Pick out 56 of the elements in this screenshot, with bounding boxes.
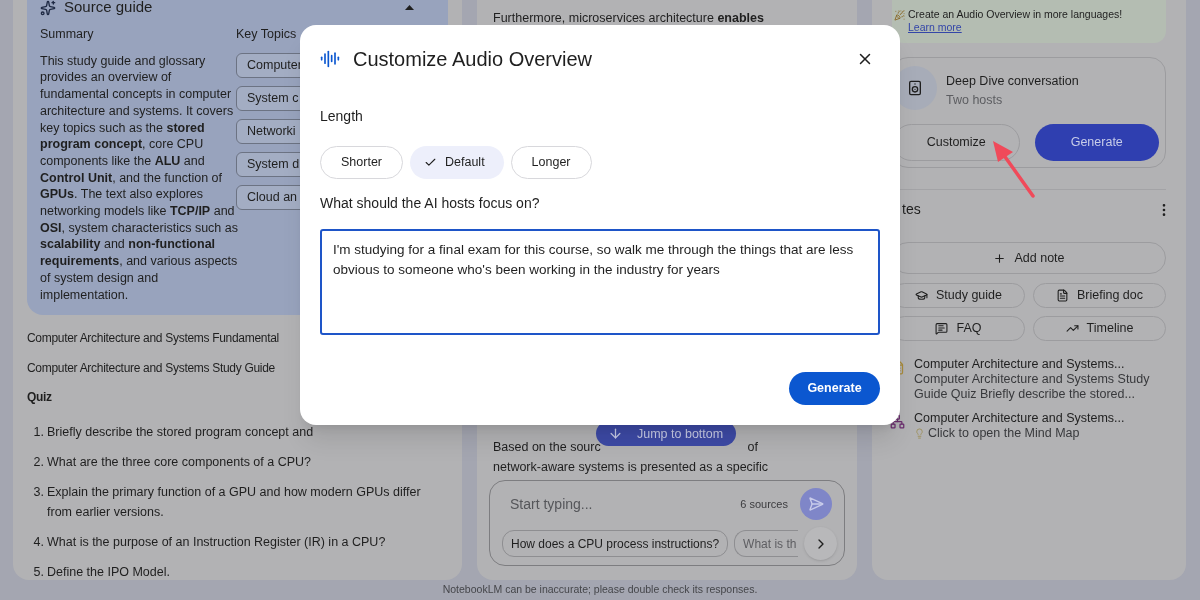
card-title: Source guide bbox=[64, 0, 153, 18]
note-title: Computer Architecture and Systems... bbox=[914, 411, 1125, 426]
note-item[interactable]: Computer Architecture and Systems... Click to open the Mind Map bbox=[890, 411, 1166, 441]
learn-more-link[interactable]: Learn more bbox=[908, 21, 962, 33]
summary-heading: Summary bbox=[40, 26, 95, 43]
suggestion-chip[interactable]: How does a CPU process instructions? bbox=[502, 530, 729, 557]
list-number: 5. bbox=[32, 563, 44, 581]
chat-text: network-aware systems is presented as a specific bbox=[493, 460, 769, 474]
document-icon bbox=[1056, 289, 1069, 302]
list-number: 4. bbox=[32, 533, 44, 551]
chat-text: of bbox=[747, 439, 758, 456]
speaker-icon bbox=[907, 80, 923, 96]
lightbulb-icon bbox=[914, 428, 925, 439]
source-text-line: Quiz bbox=[27, 389, 52, 407]
chat-text: Furthermore, microservices architecture enables bbox=[492, 10, 765, 27]
quiz-question: Define the IPO Model. bbox=[47, 563, 170, 581]
source-text-line: Computer Architecture and Systems Fundamental bbox=[27, 330, 279, 348]
length-option[interactable]: Default bbox=[410, 146, 504, 179]
note-snippet: Click to open the Mind Map bbox=[928, 426, 1080, 441]
plus-icon bbox=[993, 251, 1007, 265]
length-label: Length bbox=[320, 107, 364, 126]
check-icon bbox=[424, 156, 437, 169]
focus-label: What should the AI hosts focus on? bbox=[320, 194, 541, 213]
note-snippet: Computer Architecture and Systems Study Guide Quiz Briefly describe the stored... bbox=[914, 372, 1151, 402]
chat-input-field[interactable]: Start typing... bbox=[502, 493, 741, 515]
list-number: 1. bbox=[32, 423, 44, 441]
quiz-question: What are the three core components of a CPU? bbox=[47, 453, 312, 471]
dialog-title: Customize Audio Overview bbox=[353, 47, 592, 72]
source-text-line: Computer Architecture and Systems Study Guide bbox=[27, 359, 275, 377]
notes-heading: tes bbox=[902, 200, 921, 219]
audio-lines-icon bbox=[320, 49, 340, 69]
generate-button[interactable]: Generate bbox=[789, 372, 880, 405]
quiz-question: Explain the primary function of a GPU and how modern GPUs differ from earlier versions. bbox=[47, 483, 422, 521]
note-title: Computer Architecture and Systems... bbox=[914, 357, 1126, 372]
quiz-question: What is the purpose of an Instruction Register (IR) in a CPU? bbox=[47, 533, 386, 551]
summary-text: This study guide and glossary provides an overview of fundamental concepts in computer architecture and systems. It covers key topics such as the stored program concept, core CPU components like the ALU and Control Unit, and the function of GPUs. The text also explores networking models like TCP/IP and OSI, system characteristics such as scalability and non-functional requirements, and various aspects of system design and implementation. bbox=[40, 52, 238, 304]
list-number: 3. bbox=[32, 483, 44, 501]
party-popper-icon bbox=[894, 10, 905, 21]
send-icon bbox=[808, 496, 824, 512]
arrow-down-icon bbox=[608, 426, 623, 441]
quiz-question: Briefly describe the stored program concept and bbox=[47, 423, 314, 441]
audio-title: Deep Dive conversation bbox=[946, 73, 1079, 90]
disclaimer-text: NotebookLM can be inaccurate; please double check its responses. bbox=[442, 582, 758, 598]
message-icon bbox=[935, 322, 949, 335]
pointer-arrow bbox=[993, 141, 1035, 198]
generate-button[interactable]: Generate bbox=[1034, 124, 1159, 161]
sparkle-icon bbox=[40, 0, 56, 16]
banner-text: Create an Audio Overview in more languages! Learn more bbox=[908, 8, 1124, 34]
audio-subtitle: Two hosts bbox=[946, 91, 1004, 109]
source-count: 6 sources bbox=[740, 496, 788, 512]
collapse-icon[interactable] bbox=[405, 5, 414, 10]
list-number: 2. bbox=[32, 453, 44, 471]
trend-line-icon bbox=[1065, 322, 1079, 335]
key-topics-heading: Key Topics bbox=[236, 26, 298, 43]
graduation-cap-icon bbox=[915, 289, 928, 302]
focus-text-field[interactable]: I'm studying for a final exam for this course, so walk me through the things that are less obvious to someone who's been working in the industry for years bbox=[320, 229, 880, 335]
